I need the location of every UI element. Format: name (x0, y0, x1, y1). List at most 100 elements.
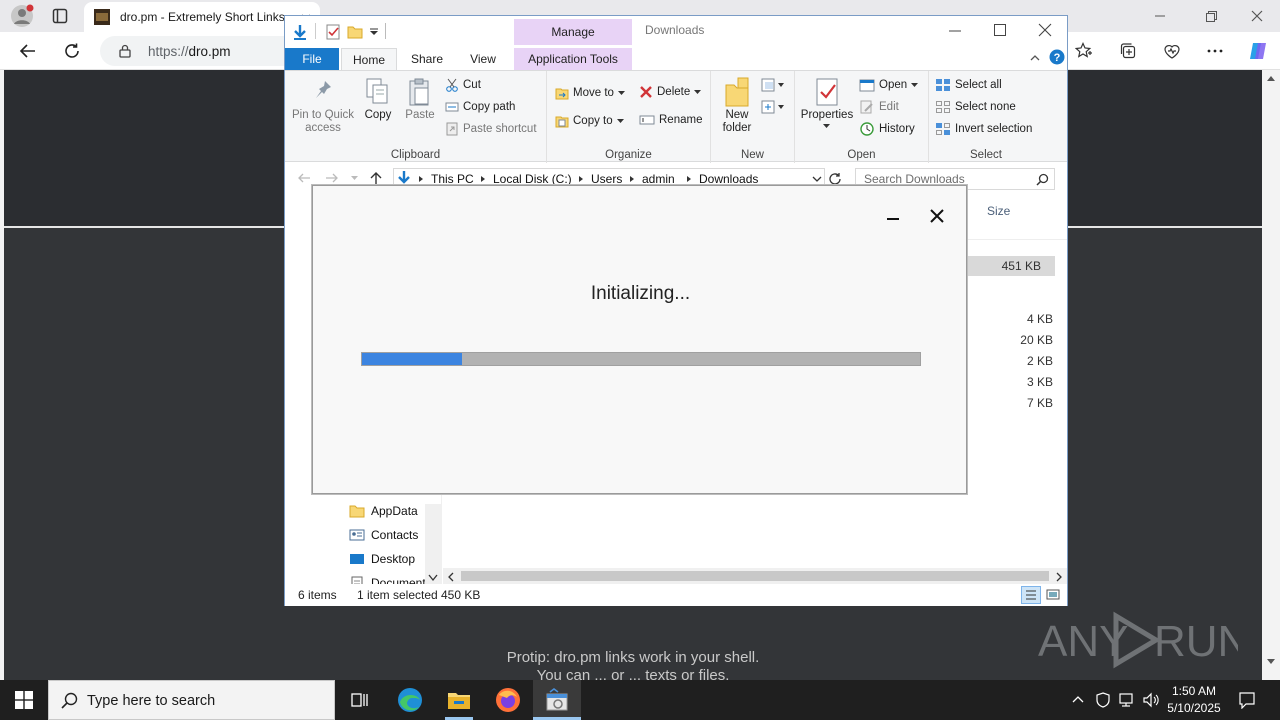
security-tray-icon[interactable] (1096, 692, 1110, 708)
delete-button[interactable]: Delete (639, 85, 702, 99)
move-to-button[interactable]: Move to (555, 85, 626, 101)
horizontal-scrollbar[interactable] (443, 568, 1067, 584)
select-all-button[interactable]: Select all (935, 78, 1002, 92)
scroll-up-icon[interactable] (1266, 74, 1276, 82)
dialog-close-icon[interactable] (929, 208, 945, 224)
scroll-right-icon[interactable] (1055, 572, 1063, 582)
restore-icon[interactable] (1203, 8, 1219, 24)
ribbon-collapse-icon[interactable] (1029, 52, 1041, 64)
back-icon[interactable] (12, 35, 44, 67)
profile-avatar-icon[interactable] (10, 4, 34, 28)
large-icons-view-icon[interactable] (1045, 587, 1061, 603)
scroll-down-icon[interactable] (1266, 658, 1276, 666)
lock-icon[interactable] (118, 44, 132, 58)
new-folder-button[interactable]: New folder (715, 77, 759, 135)
start-button[interactable] (0, 680, 48, 720)
copy-to-dropdown-icon (616, 119, 624, 123)
select-none-button[interactable]: Select none (935, 100, 1016, 114)
properties-button[interactable]: Properties (799, 77, 855, 129)
nav-item-desktop[interactable]: Desktop (349, 552, 415, 566)
history-button[interactable]: History (859, 122, 915, 136)
taskbar-edge-button[interactable] (386, 680, 434, 720)
manage-context-tab[interactable]: Manage (514, 19, 632, 45)
explorer-close-icon[interactable] (1038, 23, 1052, 37)
new-item-button[interactable] (761, 77, 785, 93)
selected-file-row[interactable]: 451 KB (967, 256, 1055, 276)
breadcrumb-downloads[interactable]: Downloads (699, 172, 758, 186)
paste-shortcut-icon (446, 122, 458, 136)
copy-to-button[interactable]: Copy to (555, 113, 625, 129)
tab-view[interactable]: View (461, 48, 505, 70)
minimize-icon[interactable] (1152, 8, 1168, 24)
easy-access-icon (761, 100, 784, 114)
scroll-left-icon[interactable] (447, 572, 455, 582)
breadcrumb-local-disk[interactable]: Local Disk (C:) (493, 172, 572, 186)
paste-button[interactable]: Paste (399, 77, 441, 122)
open-icon (859, 79, 875, 92)
tab-home[interactable]: Home (341, 48, 397, 70)
open-button[interactable]: Open (859, 78, 919, 92)
pin-quick-access-button[interactable]: Pin to Quick access (289, 77, 357, 135)
size-column-header[interactable]: Size (967, 194, 1067, 240)
notifications-icon[interactable] (1238, 691, 1256, 709)
breadcrumb-this-pc[interactable]: This PC (431, 172, 474, 186)
volume-icon[interactable] (1142, 692, 1160, 708)
task-view-button[interactable] (336, 680, 384, 720)
easy-access-button[interactable] (761, 99, 785, 115)
breadcrumb-separator-icon (480, 175, 486, 183)
taskbar-search-placeholder: Type here to search (87, 693, 216, 709)
taskbar-file-explorer-button[interactable] (435, 680, 483, 720)
explorer-minimize-icon[interactable] (948, 24, 962, 38)
site-favicon-icon (94, 9, 110, 25)
more-icon[interactable] (1199, 35, 1231, 67)
breadcrumb-admin[interactable]: admin (642, 172, 675, 186)
copy-button[interactable]: Copy (359, 77, 397, 122)
customize-qat-icon[interactable] (369, 28, 379, 36)
tab-application-tools[interactable]: Application Tools (514, 48, 632, 70)
horizontal-scroll-thumb[interactable] (461, 571, 1049, 581)
new-folder-qat-icon[interactable] (347, 24, 363, 40)
browser-essentials-icon[interactable] (1156, 35, 1188, 67)
invert-selection-button[interactable]: Invert selection (935, 122, 1032, 136)
nav-up-icon[interactable] (369, 171, 383, 185)
clock[interactable]: 1:50 AM 5/10/2025 (1164, 684, 1224, 715)
tab-file[interactable]: File (285, 48, 339, 70)
show-hidden-icons-icon[interactable] (1072, 694, 1084, 704)
close-icon[interactable] (1249, 8, 1265, 24)
manage-label: Manage (551, 25, 595, 39)
nav-scroll-down-icon[interactable] (428, 574, 438, 582)
nav-item-appdata[interactable]: AppData (349, 504, 418, 518)
properties-qat-icon[interactable] (325, 24, 341, 40)
paste-shortcut-button[interactable]: Paste shortcut (445, 122, 537, 136)
recent-locations-icon[interactable] (351, 175, 359, 181)
copilot-icon[interactable] (1242, 35, 1274, 67)
tab-share[interactable]: Share (405, 48, 449, 70)
nav-back-icon[interactable] (297, 172, 311, 184)
network-icon[interactable] (1118, 692, 1134, 708)
edit-button[interactable]: Edit (859, 100, 899, 114)
page-scrollbar[interactable] (1262, 70, 1280, 680)
selection-size: 450 KB (441, 588, 481, 602)
details-view-icon[interactable] (1021, 586, 1041, 604)
taskbar-search-box[interactable]: Type here to search (48, 680, 335, 720)
address-dropdown-icon[interactable] (812, 176, 822, 183)
help-icon[interactable]: ? (1049, 49, 1065, 65)
taskbar: Type here to search 1:50 AM 5/10/2025 (0, 680, 1280, 720)
nav-item-contacts[interactable]: Contacts (349, 528, 418, 542)
rename-button[interactable]: Rename (639, 113, 702, 127)
explorer-refresh-icon[interactable] (828, 172, 842, 186)
nav-forward-icon[interactable] (325, 172, 339, 184)
select-all-icon (936, 79, 950, 91)
collections-icon[interactable] (1112, 35, 1144, 67)
breadcrumb-users[interactable]: Users (591, 172, 622, 186)
explorer-maximize-icon[interactable] (993, 23, 1007, 37)
cut-button[interactable]: Cut (445, 78, 481, 92)
tab-actions-icon[interactable] (52, 8, 68, 24)
taskbar-firefox-button[interactable] (484, 680, 532, 720)
favorites-icon[interactable] (1068, 35, 1100, 67)
dialog-minimize-icon[interactable] (885, 210, 901, 226)
copy-path-button[interactable]: Copy path (445, 100, 515, 114)
refresh-icon[interactable] (56, 35, 88, 67)
taskbar-installer-button[interactable] (533, 680, 581, 720)
nav-pane-scrollbar[interactable] (425, 504, 441, 584)
